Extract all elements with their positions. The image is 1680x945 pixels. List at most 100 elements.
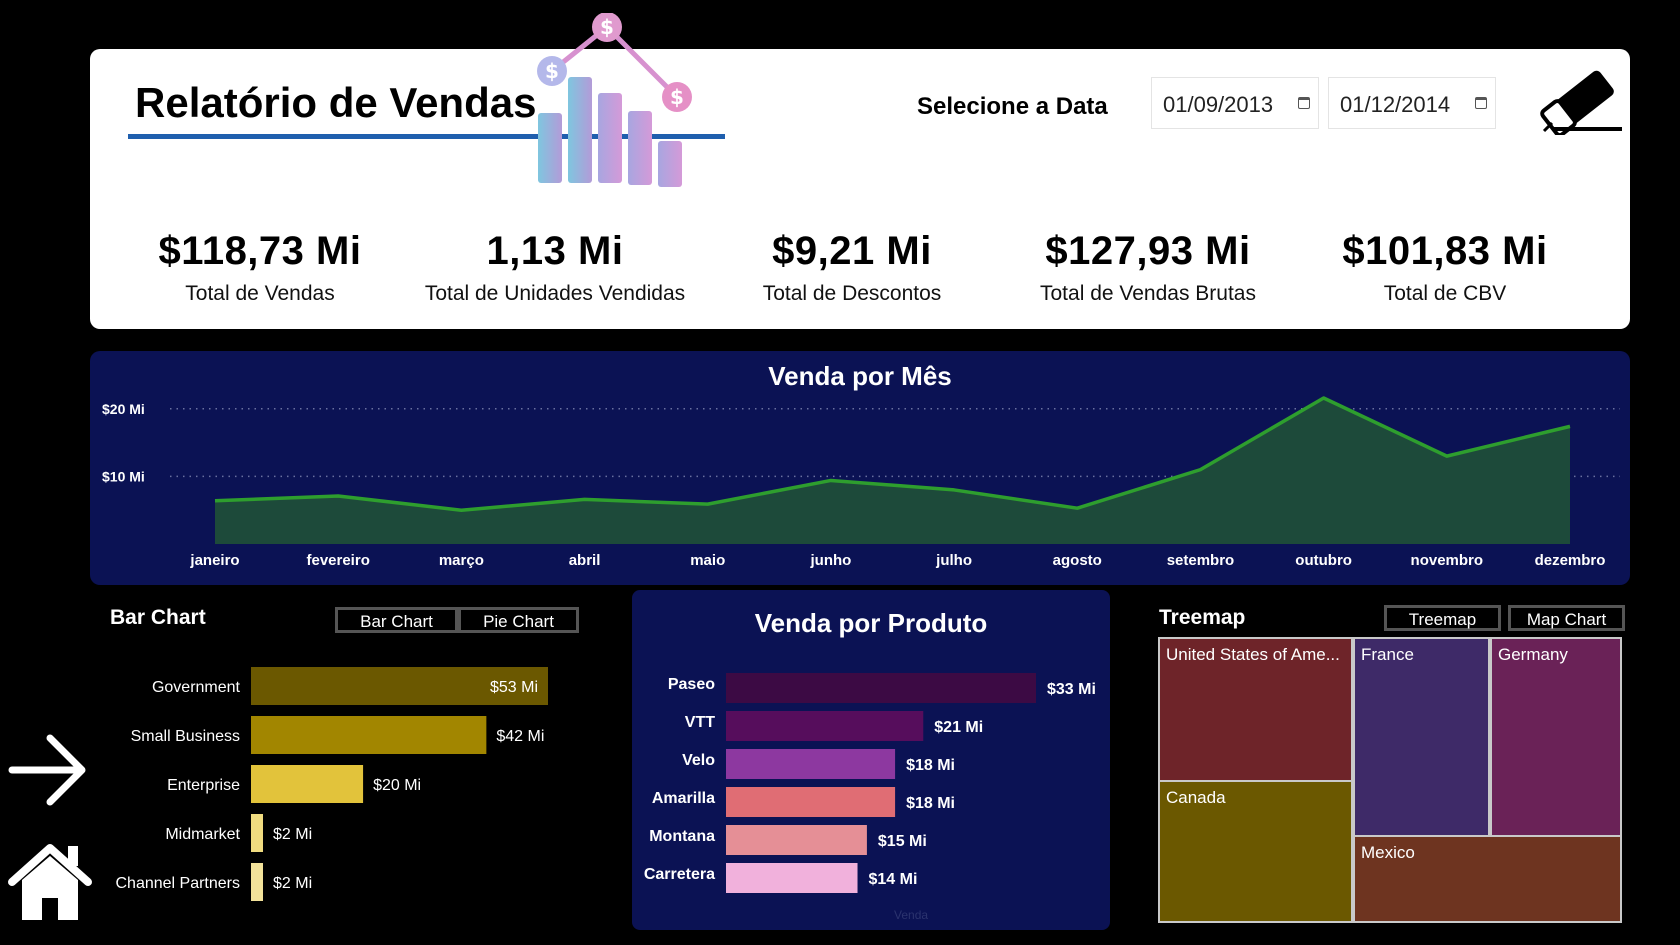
home-icon[interactable]	[6, 840, 94, 922]
data-label: $2 Mi	[273, 826, 312, 843]
segment-bar-chart: Government $53 Mi Small Business $42 Mi Ente…	[115, 667, 548, 901]
treemap-tile-germany[interactable]: Germany	[1490, 637, 1622, 837]
data-label: $20 Mi	[373, 777, 421, 794]
data-point[interactable]	[332, 490, 344, 502]
data-point[interactable]	[209, 495, 221, 507]
category-label: Midmarket	[165, 826, 240, 843]
category-label: Montana	[649, 828, 715, 845]
treemap-tile-canada[interactable]: Canada	[1158, 780, 1353, 923]
kpi-label: Total de Vendas	[185, 282, 335, 305]
chart-title: Venda por Mês	[768, 361, 952, 391]
data-label: $2 Mi	[273, 875, 312, 892]
kpi-total-cbv: $101,83 Mi Total de CBV	[1300, 229, 1590, 306]
x-tick-label: julho	[935, 552, 972, 569]
treemap-toggle-button[interactable]: Treemap	[1384, 605, 1501, 631]
kpi-label: Total de Unidades Vendidas	[424, 282, 686, 305]
data-label: $42 Mi	[496, 728, 544, 745]
x-tick-label: abril	[569, 552, 601, 569]
bar[interactable]	[726, 825, 867, 855]
start-date-value: 01/09/2013	[1163, 92, 1274, 117]
category-label: Enterprise	[167, 777, 240, 794]
category-label: VTT	[685, 714, 715, 731]
bar[interactable]	[251, 716, 487, 754]
x-tick-label: agosto	[1053, 552, 1102, 569]
bar[interactable]	[726, 711, 924, 741]
date-filter-label: Selecione a Data	[917, 93, 1108, 120]
category-label: Paseo	[668, 676, 715, 693]
bar-chart-toggle-button[interactable]: Bar Chart	[335, 607, 458, 633]
kpi-value: 1,13 Mi	[486, 229, 624, 273]
kpi-value: $127,93 Mi	[1045, 229, 1251, 273]
data-label: $18 Mi	[906, 757, 955, 774]
pie-chart-toggle-button[interactable]: Pie Chart	[458, 607, 579, 633]
data-point[interactable]	[579, 493, 591, 505]
kpi-total-unidades: 1,13 Mi Total de Unidades Vendidas	[410, 229, 700, 306]
bar[interactable]	[251, 814, 263, 852]
x-tick-label: outubro	[1295, 552, 1352, 569]
map-chart-toggle-button[interactable]: Map Chart	[1508, 605, 1625, 631]
category-label: Small Business	[131, 728, 240, 745]
calendar-icon[interactable]	[1475, 97, 1487, 109]
bar[interactable]	[726, 673, 1036, 703]
data-point[interactable]	[825, 474, 837, 486]
y-tick-label: $20 Mi	[102, 401, 145, 417]
data-label: $14 Mi	[869, 871, 918, 888]
product-sales-chart: Paseo $33 Mi VTT $21 Mi Velo $18 Mi Amarilla $1…	[632, 590, 1110, 930]
monthly-sales-chart: $10 Mi $20 Mi janeiro fevereiro março abril ma…	[90, 351, 1630, 585]
x-axis-label: Venda	[894, 908, 929, 922]
svg-text:$: $	[545, 59, 559, 83]
bar[interactable]	[726, 749, 896, 779]
kpi-label: Total de Descontos	[762, 282, 942, 305]
kpi-label: Total de Vendas Brutas	[1040, 282, 1256, 305]
treemap-title: Treemap	[1159, 606, 1246, 629]
kpi-total-vendas-brutas: $127,93 Mi Total de Vendas Brutas	[1003, 229, 1293, 306]
data-point[interactable]	[1441, 450, 1453, 462]
data-label: $18 Mi	[906, 795, 955, 812]
data-label: $15 Mi	[878, 833, 927, 850]
arrow-right-icon[interactable]	[8, 730, 88, 810]
kpi-total-vendas: $118,73 Mi Total de Vendas	[115, 229, 405, 306]
svg-text:$: $	[670, 85, 684, 109]
kpi-value: $9,21 Mi	[772, 229, 932, 273]
chart-title: Venda por Produto	[754, 608, 988, 638]
kpi-total-descontos: $9,21 Mi Total de Descontos	[707, 229, 997, 306]
eraser-icon[interactable]	[1540, 65, 1624, 135]
data-point[interactable]	[948, 484, 960, 496]
svg-text:$: $	[600, 15, 614, 39]
bar[interactable]	[251, 863, 263, 901]
data-point[interactable]	[1071, 502, 1083, 514]
bar[interactable]	[251, 765, 364, 803]
data-point[interactable]	[1318, 392, 1330, 404]
treemap-tile-usa[interactable]: United States of Ame...	[1158, 637, 1353, 782]
y-tick-label: $10 Mi	[102, 468, 145, 484]
category-label: Government	[152, 679, 241, 696]
data-label: $53 Mi	[490, 679, 538, 696]
calendar-icon[interactable]	[1298, 97, 1310, 109]
end-date-value: 01/12/2014	[1340, 92, 1451, 117]
page-title: Relatório de Vendas	[135, 79, 537, 126]
category-label: Carretera	[644, 866, 715, 883]
kpi-label: Total de CBV	[1383, 282, 1507, 305]
x-tick-label: junho	[809, 552, 851, 569]
x-tick-label: fevereiro	[306, 552, 369, 569]
end-date-input[interactable]: 01/12/2014	[1328, 77, 1496, 129]
start-date-input[interactable]: 01/09/2013	[1151, 77, 1319, 129]
sales-chart-logo-icon: $ $ $	[537, 13, 692, 187]
data-label: $33 Mi	[1047, 681, 1096, 698]
bar-chart-title: Bar Chart	[110, 606, 206, 629]
x-tick-label: dezembro	[1535, 552, 1606, 569]
kpi-value: $101,83 Mi	[1342, 229, 1548, 273]
bar[interactable]	[726, 863, 858, 893]
data-point[interactable]	[455, 504, 467, 516]
category-label: Velo	[682, 752, 715, 769]
data-point[interactable]	[1194, 464, 1206, 476]
category-label: Amarilla	[652, 790, 715, 807]
data-point[interactable]	[1564, 420, 1576, 432]
bar[interactable]	[726, 787, 896, 817]
data-point[interactable]	[702, 498, 714, 510]
treemap-tile-mexico[interactable]: Mexico	[1353, 835, 1622, 923]
x-tick-label: março	[439, 552, 484, 569]
x-tick-label: setembro	[1167, 552, 1235, 569]
treemap-tile-france[interactable]: France	[1353, 637, 1490, 837]
category-label: Channel Partners	[115, 875, 240, 892]
